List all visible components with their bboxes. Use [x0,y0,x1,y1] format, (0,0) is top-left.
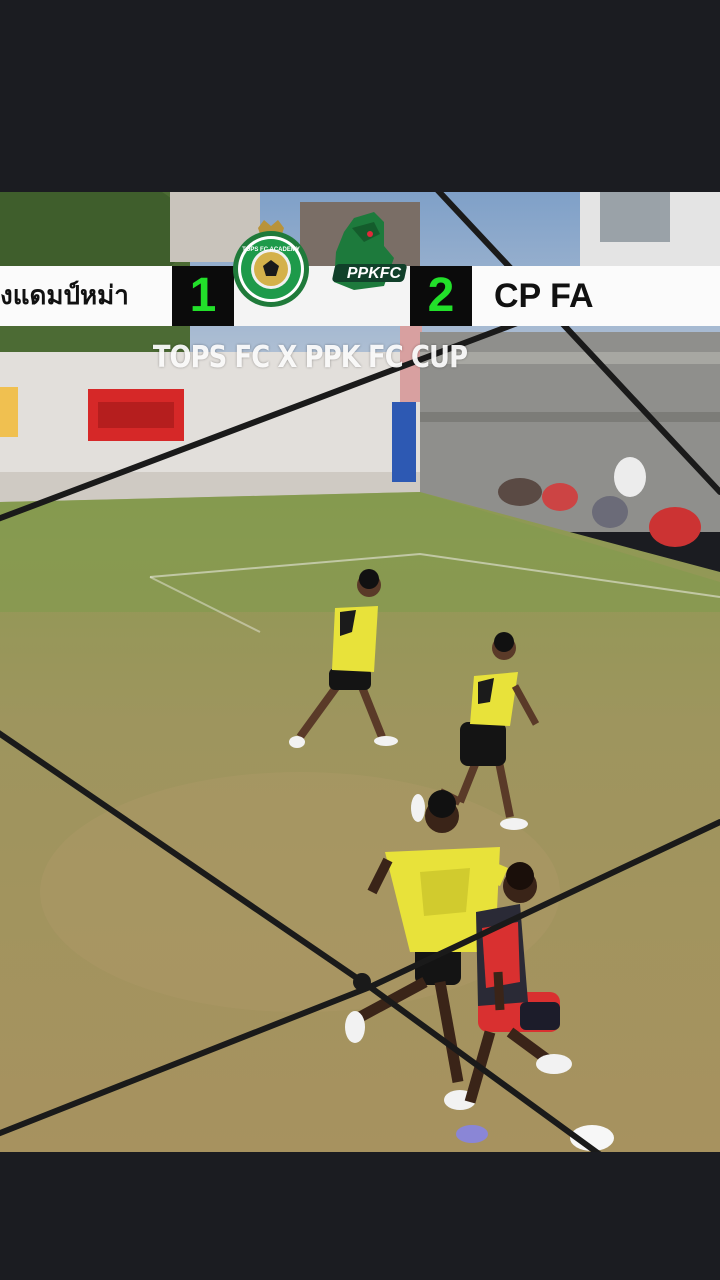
away-logo-text: PPKFC [347,265,402,282]
away-team-name: CP FA [472,266,720,326]
team-logos: TOPS FC ACADEMY PPKFC [233,212,410,326]
video-frame [0,192,720,1152]
home-team-name: งแดมป์หม่า [0,266,172,326]
away-score: 2 [410,266,472,326]
scoreboard: งแดมป์หม่า 1 TOPS FC ACADEMY PPKFC 2 CP … [0,212,720,326]
tournament-title: TOPS FC X PPK FC CUP [152,340,468,375]
post [392,402,416,482]
match-scene [0,192,720,1152]
home-score: 1 [172,266,234,326]
home-logo-text: TOPS FC ACADEMY [242,247,300,253]
